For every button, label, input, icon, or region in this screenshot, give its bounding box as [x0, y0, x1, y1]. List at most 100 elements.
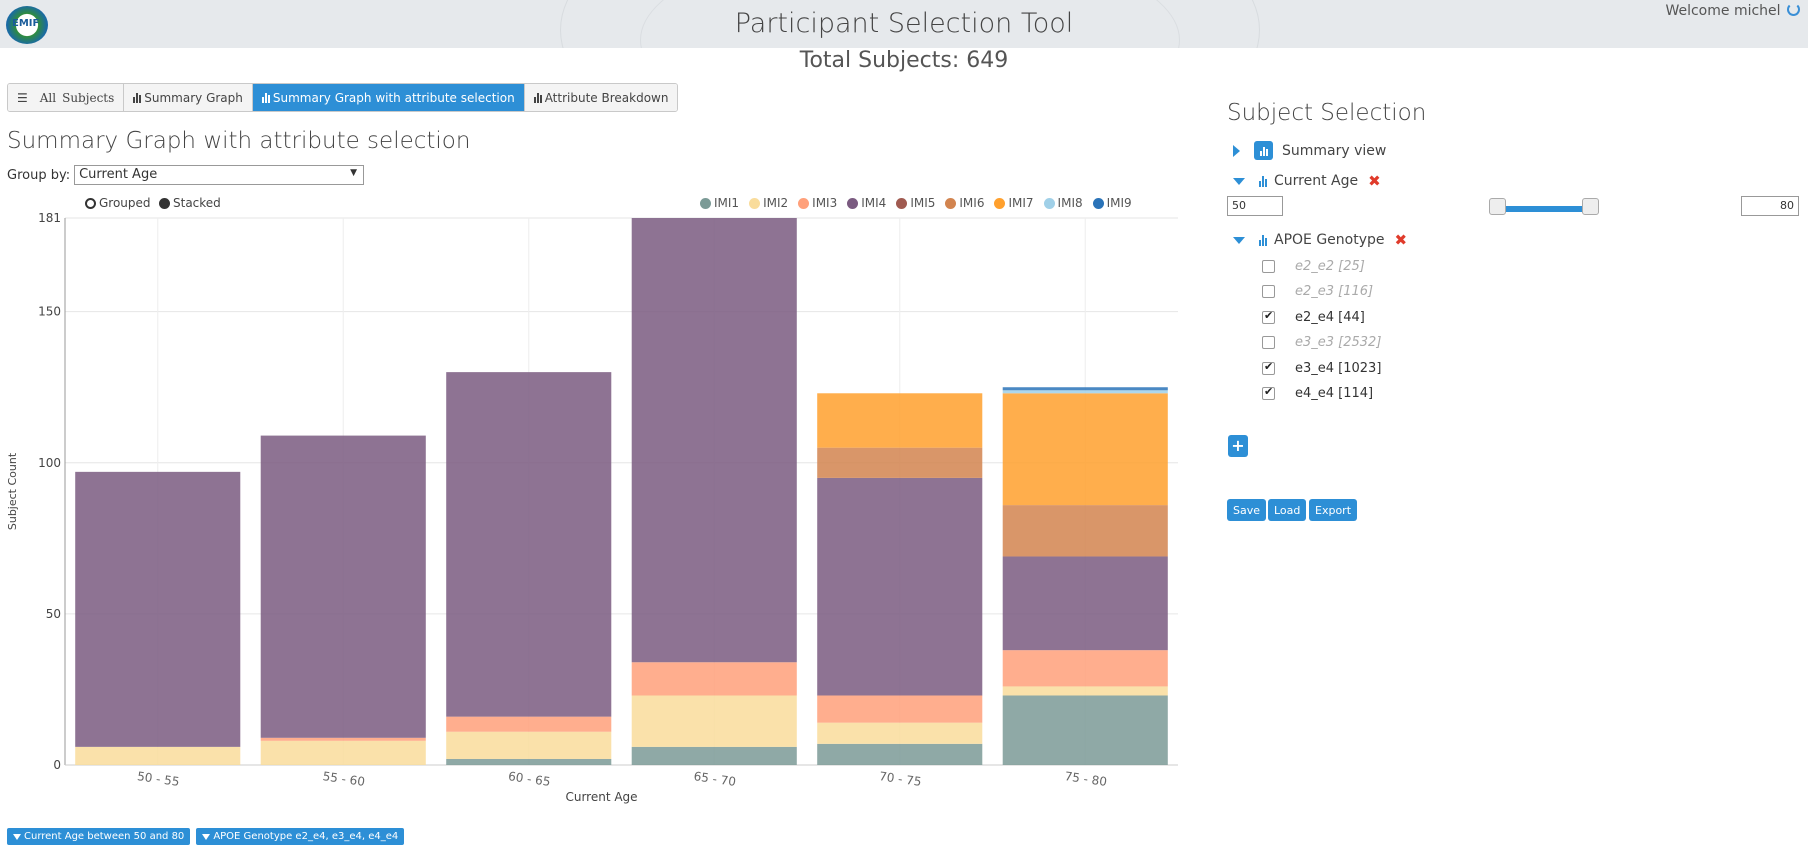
bar-segment-imi6 — [817, 447, 983, 478]
bar-segment-imi3 — [817, 695, 983, 723]
bar-segment-imi4 — [75, 471, 241, 747]
group-by-label: Group by: — [7, 167, 71, 183]
active-filters: Current Age between 50 and 80 APOE Genot… — [7, 828, 405, 845]
collapse-caret-icon[interactable] — [1233, 236, 1245, 244]
apoe-option[interactable]: e2_e2 [25] — [1262, 259, 1365, 274]
bar-segment-imi4 — [1002, 556, 1168, 651]
app-title: Participant Selection Tool — [734, 8, 1074, 39]
bar-segment-imi4 — [260, 435, 426, 738]
bar-segment-imi2 — [817, 722, 983, 744]
checkbox[interactable] — [1262, 385, 1275, 400]
apoe-option-label: e3_e3 [2532] — [1295, 335, 1382, 350]
apoe-option-label: e3_e4 [1023] — [1295, 361, 1382, 376]
subject-selection-title: Subject Selection — [1227, 100, 1427, 126]
apoe-genotype-label: APOE Genotype — [1274, 232, 1385, 248]
bar-chart-icon — [1259, 234, 1267, 246]
tab-all-subjects[interactable]: ☰ All Subjects — [8, 84, 125, 111]
bar-segment-imi2 — [260, 740, 426, 765]
bar-segment-imi6 — [1002, 505, 1168, 557]
apoe-option[interactable]: e4_e4 [114] — [1262, 385, 1374, 401]
welcome-text: Welcome michel — [1665, 3, 1781, 19]
bar-segment-imi4 — [817, 477, 983, 696]
bar-segment-imi2 — [446, 731, 612, 759]
bar-segment-imi2 — [631, 695, 797, 747]
bar-chart-icon — [533, 92, 542, 103]
bar-chart-icon — [1254, 141, 1273, 160]
bar-segment-imi7 — [817, 393, 983, 448]
group-by-select[interactable]: Current Age ▼ — [74, 165, 365, 185]
group-by: Group by: Current Age ▼ — [7, 165, 365, 185]
tab-attribute-breakdown[interactable]: Attribute Breakdown — [524, 84, 678, 111]
subject-selection-panel: Subject Selection — [1227, 100, 1797, 126]
bar-segment-imi4 — [631, 218, 797, 663]
filter-icon — [202, 833, 211, 840]
remove-icon[interactable]: ✖ — [1368, 172, 1381, 190]
bar-segment-imi2 — [1002, 686, 1168, 696]
age-max-input[interactable]: 80 — [1741, 196, 1799, 216]
apoe-option-label: e4_e4 [114] — [1295, 386, 1374, 401]
total-subjects: Total Subjects: 649 — [799, 48, 1009, 73]
load-button[interactable]: Load — [1268, 499, 1307, 521]
age-slider-max-handle[interactable] — [1582, 198, 1599, 215]
add-attribute-button[interactable]: + — [1228, 435, 1248, 457]
apoe-option[interactable]: e2_e4 [44] — [1262, 309, 1365, 325]
age-slider-min-handle[interactable] — [1489, 198, 1506, 215]
logout-power-icon[interactable] — [1787, 3, 1800, 16]
tab-summary-graph[interactable]: Summary Graph — [124, 84, 253, 111]
apoe-genotype-node[interactable]: APOE Genotype ✖ — [1233, 231, 1407, 249]
bar-segment-imi3 — [260, 737, 426, 741]
tab-attribute-breakdown-label: Attribute Breakdown — [544, 90, 669, 105]
x-tick-label: 60 - 65 — [507, 769, 551, 789]
current-age-label: Current Age — [1274, 173, 1359, 189]
section-title: Summary Graph with attribute selection — [7, 128, 471, 154]
age-min-input[interactable]: 50 — [1227, 196, 1283, 216]
summary-view-node[interactable]: Summary view — [1233, 141, 1386, 160]
bar-segment-imi3 — [631, 662, 797, 696]
apoe-option[interactable]: e3_e4 [1023] — [1262, 360, 1382, 376]
bar-segment-imi3 — [446, 716, 612, 732]
bar-segment-imi8 — [1002, 390, 1168, 394]
filter-chip-age[interactable]: Current Age between 50 and 80 — [7, 828, 191, 845]
y-tick-label: 181 — [38, 211, 61, 225]
bar-segment-imi7 — [1002, 393, 1168, 506]
current-age-node[interactable]: Current Age ✖ — [1233, 172, 1381, 190]
x-tick-label: 70 - 75 — [878, 769, 922, 789]
stacked-bar-chart: 0 50 100 150 181 50 - 55 55 - 60 60 - 65 65 - 70… — [6, 211, 1178, 804]
bar-segment-imi1 — [817, 743, 983, 765]
checkbox[interactable] — [1262, 285, 1275, 298]
x-axis-label: Current Age — [565, 790, 637, 804]
filter-chip-age-label: Current Age between 50 and 80 — [24, 831, 185, 842]
checkbox[interactable] — [1262, 309, 1275, 324]
bar-segment-imi4 — [446, 372, 612, 717]
apoe-option-label: e2_e3 [116] — [1295, 284, 1374, 299]
y-tick-label: 150 — [38, 305, 61, 319]
group-by-value: Current Age — [79, 167, 158, 182]
filter-chip-apoe-label: APOE Genotype e2_e4, e3_e4, e4_e4 — [213, 831, 399, 842]
export-button[interactable]: Export — [1309, 499, 1358, 521]
y-tick-label: 100 — [38, 456, 61, 470]
apoe-option[interactable]: e2_e3 [116] — [1262, 284, 1373, 299]
y-tick-label: 50 — [46, 607, 61, 621]
x-tick-label: 65 - 70 — [693, 769, 737, 789]
checkbox[interactable] — [1262, 260, 1275, 273]
filter-chip-apoe[interactable]: APOE Genotype e2_e4, e3_e4, e4_e4 — [196, 828, 405, 845]
remove-icon[interactable]: ✖ — [1395, 231, 1408, 249]
bar-segment-imi1 — [631, 746, 797, 765]
apoe-option[interactable]: e3_e3 [2532] — [1262, 335, 1381, 350]
summary-view-label: Summary view — [1282, 142, 1387, 159]
app-header: EMIF Participant Selection Tool Welcome … — [0, 0, 1808, 48]
filter-icon — [13, 833, 21, 840]
dropdown-arrow-icon: ▼ — [350, 168, 358, 178]
tab-summary-graph-attribute[interactable]: Summary Graph with attribute selection — [252, 84, 525, 111]
collapse-caret-icon[interactable] — [1233, 177, 1245, 185]
y-axis-label: Subject Count — [6, 452, 19, 530]
checkbox[interactable] — [1262, 336, 1275, 349]
bar-segment-imi1 — [446, 758, 612, 765]
checkbox[interactable] — [1262, 360, 1275, 375]
bar-segment-imi1 — [1002, 695, 1168, 765]
x-tick-label: 50 - 55 — [136, 769, 180, 789]
save-button[interactable]: Save — [1227, 499, 1267, 521]
expand-caret-icon[interactable] — [1233, 144, 1240, 157]
tab-summary-graph-label: Summary Graph — [144, 90, 243, 105]
tab-all-label: All — [39, 90, 57, 105]
